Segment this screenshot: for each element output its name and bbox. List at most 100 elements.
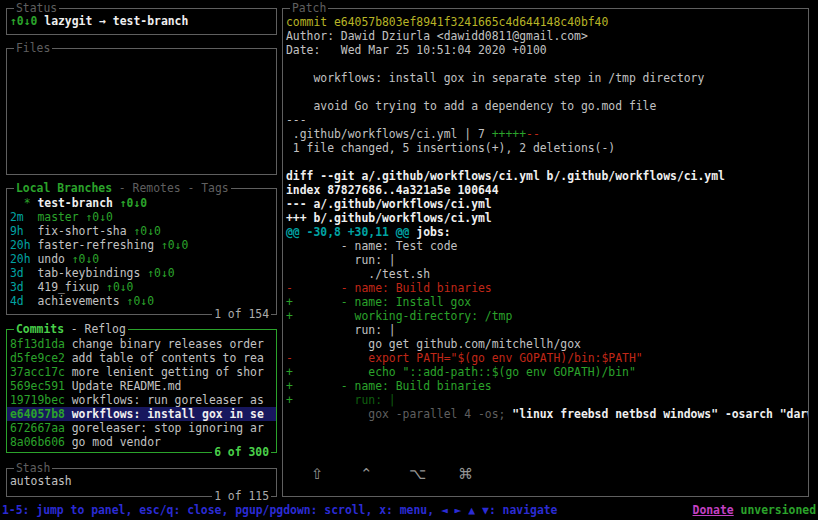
text-segment: undo	[37, 252, 64, 266]
stash-row[interactable]: autostash	[7, 474, 276, 488]
command-icon: ⌘	[458, 467, 507, 481]
status-line: ↑0↓0 lazygit → test-branch	[7, 14, 276, 28]
text-segment: 8f13d1da	[10, 337, 65, 351]
text-segment: more lenient getting of shor	[65, 365, 264, 379]
patch-line[interactable]: ./test.sh	[283, 267, 808, 281]
text-segment: go mod vendor	[65, 435, 161, 449]
commit-row[interactable]: 8f13d1da change binary releases order	[7, 337, 276, 351]
text-segment: 2m	[10, 210, 37, 224]
text-segment: jobs:	[409, 225, 450, 239]
patch-line[interactable]: + - name: Build binaries	[283, 379, 808, 393]
patch-line[interactable]: Author: Dawid Dziurla <dawidd0811@gmail.…	[283, 29, 808, 43]
text-segment: test-branch	[37, 196, 112, 210]
patch-line[interactable]: ---	[283, 113, 808, 127]
status-panel[interactable]: Status ↑0↓0 lazygit → test-branch	[6, 8, 277, 35]
stash-panel[interactable]: Stash autostash 1 of 115	[6, 468, 277, 497]
patch-line[interactable]: run: |	[283, 253, 808, 267]
branch-row[interactable]: 2m master ↑0↓0	[7, 210, 276, 224]
text-segment: + working-directory: /tmp	[286, 309, 512, 323]
branch-row[interactable]: * test-branch ↑0↓0	[7, 196, 276, 210]
text-segment: 3d	[10, 280, 37, 294]
patch-line[interactable]: diff --git a/.github/workflows/ci.yml b/…	[283, 169, 808, 183]
text-segment: ↑0↓0	[147, 266, 174, 280]
text-segment: workflows: install gox in separate step …	[286, 71, 704, 85]
patch-line[interactable]: avoid Go trying to add a dependency to g…	[283, 99, 808, 113]
commit-row[interactable]: 37acc17c more lenient getting of shor	[7, 365, 276, 379]
text-segment: --	[526, 127, 540, 141]
text-segment: diff --git a/.github/workflows/ci.yml b/…	[286, 169, 725, 183]
text-segment: + - name: Build binaries	[286, 379, 492, 393]
patch-line[interactable]: +++ b/.github/workflows/ci.yml	[283, 211, 808, 225]
branch-row[interactable]: 3d 419_fixup ↑0↓0	[7, 280, 276, 294]
text-segment: Update README.md	[65, 379, 182, 393]
text-segment	[65, 252, 72, 266]
text-segment: 37acc17c	[10, 365, 65, 379]
donate-link[interactable]: Donate	[693, 503, 734, 517]
patch-panel[interactable]: Patch commit e64057b803ef8941f3241665c4d…	[282, 8, 809, 497]
patch-line[interactable]	[283, 155, 808, 169]
text-segment: workflows: run goreleaser as	[65, 393, 264, 407]
text-segment: - export PATH="$(go env GOPATH)/bin:$PAT…	[286, 351, 643, 365]
patch-line[interactable]: gox -parallel 4 -os; "linux freebsd netb…	[283, 407, 808, 421]
branches-panel[interactable]: Local Branches - Remotes - Tags * test-b…	[6, 188, 277, 315]
patch-line[interactable]: + echo "::add-path::$(go env GOPATH)/bin…	[283, 365, 808, 379]
patch-line[interactable]: 1 file changed, 5 insertions(+), 2 delet…	[283, 141, 808, 155]
commits-panel[interactable]: Commits - Reflog 8f13d1da change binary …	[6, 329, 277, 453]
patch-line[interactable]	[283, 85, 808, 99]
text-segment: 3d	[10, 266, 37, 280]
text-segment	[154, 238, 161, 252]
text-segment: ↑0↓0	[133, 224, 160, 238]
patch-line[interactable]	[283, 57, 808, 71]
commit-row[interactable]: 19719bec workflows: run goreleaser as	[7, 393, 276, 407]
text-segment: 20h	[10, 238, 37, 252]
text-segment: 19719bec	[10, 393, 65, 407]
patch-line[interactable]: - export PATH="$(go env GOPATH)/bin:$PAT…	[283, 351, 808, 365]
branch-row[interactable]: 20h undo ↑0↓0	[7, 252, 276, 266]
files-panel[interactable]: Files	[6, 48, 277, 175]
text-segment: - - name: Build binaries	[286, 281, 492, 295]
branch-row[interactable]: 20h faster-refreshing ↑0↓0	[7, 238, 276, 252]
patch-line[interactable]: + working-directory: /tmp	[283, 309, 808, 323]
patch-line[interactable]: --- a/.github/workflows/ci.yml	[283, 197, 808, 211]
text-segment: achievements	[37, 294, 119, 308]
statusbar-right: Donate unversioned	[693, 503, 816, 517]
patch-line[interactable]: - - name: Build binaries	[283, 281, 808, 295]
text-segment: ---	[286, 113, 307, 127]
patch-line[interactable]: go get github.com/mitchellh/gox	[283, 337, 808, 351]
patch-line[interactable]: .github/workflows/ci.yml | 7 +++++--	[283, 127, 808, 141]
text-segment: "linux freebsd netbsd windows" -osarch "…	[505, 407, 808, 421]
text-segment	[113, 196, 120, 210]
text-segment: change binary releases order	[65, 337, 264, 351]
commit-row[interactable]: 672667aa goreleaser: stop ignoring ar	[7, 421, 276, 435]
branch-row[interactable]: 3d tab-keybindings ↑0↓0	[7, 266, 276, 280]
modifier-keys: ⇧⌃⌥⌘	[311, 467, 531, 481]
branch-row[interactable]: 9h fix-short-sha ↑0↓0	[7, 224, 276, 238]
text-segment: ↑0↓0	[106, 280, 133, 294]
patch-line[interactable]: index 87827686..4a321a5e 100644	[283, 183, 808, 197]
patch-line[interactable]: commit e64057b803ef8941f3241665c4d644148…	[283, 15, 808, 29]
text-segment: faster-refreshing	[37, 238, 154, 252]
text-segment	[99, 280, 106, 294]
lazygit-terminal: Status ↑0↓0 lazygit → test-branch Files …	[0, 0, 818, 520]
text-segment: tab-keybindings	[37, 266, 140, 280]
patch-line[interactable]: run: |	[283, 323, 808, 337]
text-segment: ↑0↓0	[161, 238, 188, 252]
text-segment: ↑0↓0	[85, 210, 112, 224]
patch-line[interactable]: + - name: Install gox	[283, 295, 808, 309]
commit-row[interactable]: e64057b8 workflows: install gox in se	[7, 407, 276, 421]
option-icon: ⌥	[409, 467, 458, 481]
branch-row[interactable]: 4d achievements ↑0↓0	[7, 294, 276, 308]
branches-position-indicator: 1 of 154	[212, 307, 271, 321]
text-segment: 569ec591	[10, 379, 65, 393]
text-segment: go get github.com/mitchellh/gox	[286, 337, 581, 351]
patch-line[interactable]: - name: Test code	[283, 239, 808, 253]
patch-line[interactable]: Date: Wed Mar 25 10:51:04 2020 +0100	[283, 43, 808, 57]
text-segment: 1 file changed, 5 insertions(+), 2 delet…	[286, 141, 615, 155]
text-segment: ↑0↓0	[72, 252, 99, 266]
text-segment: add table of contents to rea	[65, 351, 264, 365]
commit-row[interactable]: 569ec591 Update README.md	[7, 379, 276, 393]
patch-line[interactable]: + run: |	[283, 393, 808, 407]
patch-line[interactable]: workflows: install gox in separate step …	[283, 71, 808, 85]
commit-row[interactable]: d5fe9ce2 add table of contents to rea	[7, 351, 276, 365]
patch-line[interactable]: @@ -30,8 +30,11 @@ jobs:	[283, 225, 808, 239]
